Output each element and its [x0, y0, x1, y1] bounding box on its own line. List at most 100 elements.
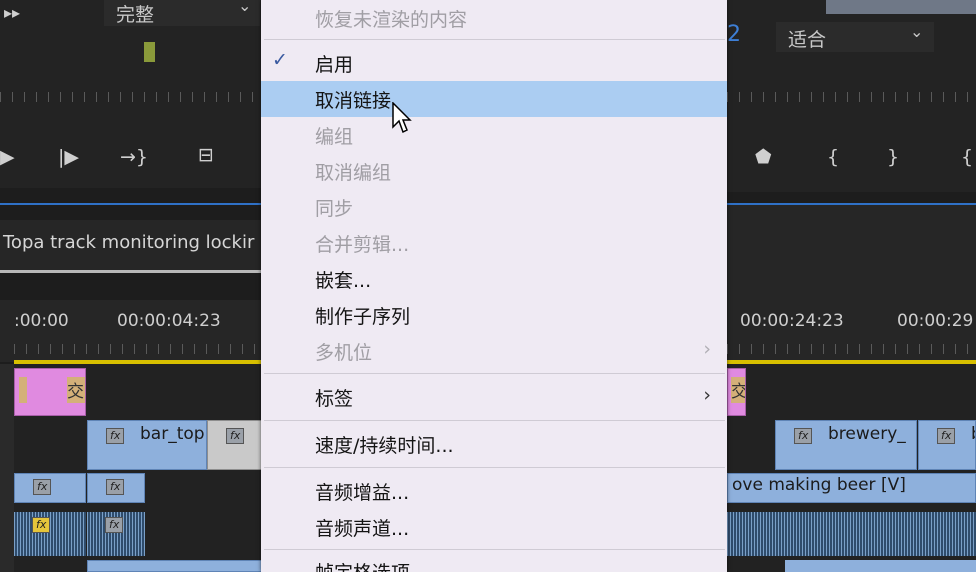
- clip-handle: [19, 377, 27, 403]
- menu-item-speed-duration[interactable]: 速度/持续时间...: [261, 426, 727, 462]
- program-monitor-panel: 2: [727, 0, 976, 132]
- clip-name: ove making beer [V]: [732, 475, 906, 495]
- timecode-label: 00:00:24:23: [740, 311, 844, 331]
- menu-item-label: 取消编组: [315, 162, 392, 184]
- menu-item-label: 速度/持续时间...: [315, 435, 454, 457]
- fx-icon: fx: [937, 428, 956, 444]
- chevron-right-icon: ›: [703, 338, 711, 360]
- zoom-dropdown[interactable]: 适合 ⌄: [776, 22, 934, 52]
- timeline-clip[interactable]: fx b: [918, 420, 976, 470]
- fx-icon: fx: [226, 428, 245, 444]
- add-marker-icon[interactable]: ⬟: [755, 146, 772, 168]
- sequence-tab[interactable]: Topa track monitoring lockir: [0, 220, 262, 272]
- timeline-header: [727, 205, 976, 300]
- resolution-value: 完整: [116, 4, 155, 26]
- menu-item-label: 音频增益...: [315, 482, 410, 504]
- timeline-timecode-ruler[interactable]: :00:00 00:00:04:23: [0, 300, 262, 362]
- video-preview: [826, 0, 976, 14]
- timeline-clip[interactable]: fx: [14, 473, 86, 503]
- chevron-down-icon: ⌄: [238, 0, 252, 15]
- menu-item-label: 启用: [315, 54, 354, 76]
- mark-out-icon[interactable]: }: [887, 146, 899, 168]
- fx-icon: fx: [106, 428, 125, 444]
- menu-item-nest[interactable]: 嵌套...: [261, 261, 727, 297]
- fx-icon: fx: [794, 428, 813, 444]
- menu-item-make-subsequence[interactable]: 制作子序列: [261, 297, 727, 333]
- active-tab-indicator: [0, 270, 262, 273]
- timeline-ruler-ticks: [14, 344, 262, 354]
- menu-item-audio-gain[interactable]: 音频增益...: [261, 473, 727, 509]
- menu-item-audio-channels[interactable]: 音频声道...: [261, 509, 727, 545]
- timecode-label: 00:00:04:23: [117, 311, 221, 331]
- audio-clip[interactable]: fx: [87, 512, 145, 556]
- source-time-ruler[interactable]: [0, 92, 262, 102]
- menu-item-label: 嵌套...: [315, 270, 372, 292]
- mouse-cursor-icon: [392, 102, 412, 134]
- menu-item-label: 标签: [315, 388, 354, 410]
- menu-separator: [264, 420, 725, 421]
- timecode-label: :00:00: [14, 311, 69, 331]
- track-header-column: [0, 364, 14, 572]
- menu-item-label: 帧定格选项...: [315, 558, 428, 572]
- fx-icon: fx: [32, 517, 51, 533]
- timeline-timecode-ruler[interactable]: 00:00:24:23 00:00:29: [727, 300, 976, 362]
- clip-name: b: [971, 424, 975, 444]
- menu-separator: [264, 467, 725, 468]
- play-icon[interactable]: ▶: [0, 146, 15, 168]
- playhead-marker-icon[interactable]: [144, 42, 155, 62]
- timeline-clip[interactable]: [785, 560, 976, 572]
- menu-item-label: 多机位: [315, 342, 373, 364]
- menu-item-merge-clips[interactable]: 合并剪辑...: [261, 225, 727, 261]
- timecode-label: 00:00:29: [897, 311, 974, 331]
- clip-name: bar_top: [140, 424, 205, 444]
- menu-separator: [264, 373, 725, 374]
- transition-clip[interactable]: 交: [14, 368, 86, 416]
- transition-clip[interactable]: 交: [727, 368, 746, 416]
- program-transport-bar: ⬟ { } {: [727, 132, 976, 192]
- mark-in-icon[interactable]: {: [827, 146, 839, 168]
- menu-item-multicam[interactable]: 多机位 ›: [261, 333, 727, 369]
- timeline-clip[interactable]: [87, 560, 262, 572]
- cross-dissolve-icon: 交: [731, 377, 745, 403]
- fx-icon: fx: [105, 517, 124, 533]
- panel-divider: [0, 203, 262, 205]
- menu-item-label: 同步: [315, 198, 354, 220]
- menu-separator: [264, 39, 725, 40]
- menu-item-enable[interactable]: ✓ 启用: [261, 45, 727, 81]
- menu-separator: [264, 549, 725, 550]
- menu-item-unlink[interactable]: 取消链接: [261, 81, 727, 117]
- menu-item-label: 恢复未渲染的内容: [315, 9, 468, 31]
- menu-item-label: 制作子序列: [315, 306, 411, 328]
- audio-clip[interactable]: [727, 512, 976, 556]
- menu-item-label-submenu[interactable]: 标签 ›: [261, 379, 727, 415]
- zoom-value: 适合: [788, 29, 827, 51]
- source-transport-bar: ▶ |▶ →} ⊟: [0, 132, 262, 188]
- timeline-ruler-ticks: [727, 344, 976, 354]
- chevron-down-icon: ⌄: [910, 22, 924, 41]
- timeline-clip[interactable]: fx brewery_: [775, 420, 917, 470]
- menu-item-label: 音频声道...: [315, 518, 410, 540]
- timeline-clip[interactable]: fx: [87, 473, 145, 503]
- timeline-clip[interactable]: ove making beer [V]: [727, 473, 976, 503]
- program-time-ruler[interactable]: [727, 92, 976, 102]
- menu-item-ungroup[interactable]: 取消编组: [261, 153, 727, 189]
- sequence-tab-label: Topa track monitoring lockir: [3, 232, 255, 253]
- resolution-dropdown[interactable]: 完整 ⌄: [104, 0, 260, 26]
- chevron-right-icon: ›: [703, 384, 711, 406]
- go-to-out-icon[interactable]: →}: [120, 146, 148, 168]
- fx-icon: fx: [33, 479, 52, 495]
- timeline-clip[interactable]: fx: [207, 420, 262, 470]
- checkmark-icon: ✓: [272, 49, 288, 71]
- cross-dissolve-icon: 交: [67, 377, 85, 403]
- menu-item-restore-unrendered[interactable]: 恢复未渲染的内容: [261, 0, 727, 36]
- step-forward-icon[interactable]: |▶: [58, 146, 79, 168]
- menu-item-synchronize[interactable]: 同步: [261, 189, 727, 225]
- fast-forward-icon[interactable]: ▸▸: [4, 3, 20, 22]
- menu-item-frame-hold[interactable]: 帧定格选项...: [261, 551, 727, 572]
- audio-clip[interactable]: fx: [14, 512, 86, 556]
- go-to-in-icon[interactable]: {: [961, 146, 973, 168]
- menu-item-group[interactable]: 编组: [261, 117, 727, 153]
- menu-item-label: 合并剪辑...: [315, 234, 410, 256]
- insert-icon[interactable]: ⊟: [198, 144, 214, 166]
- timeline-clip[interactable]: fx bar_top: [87, 420, 207, 470]
